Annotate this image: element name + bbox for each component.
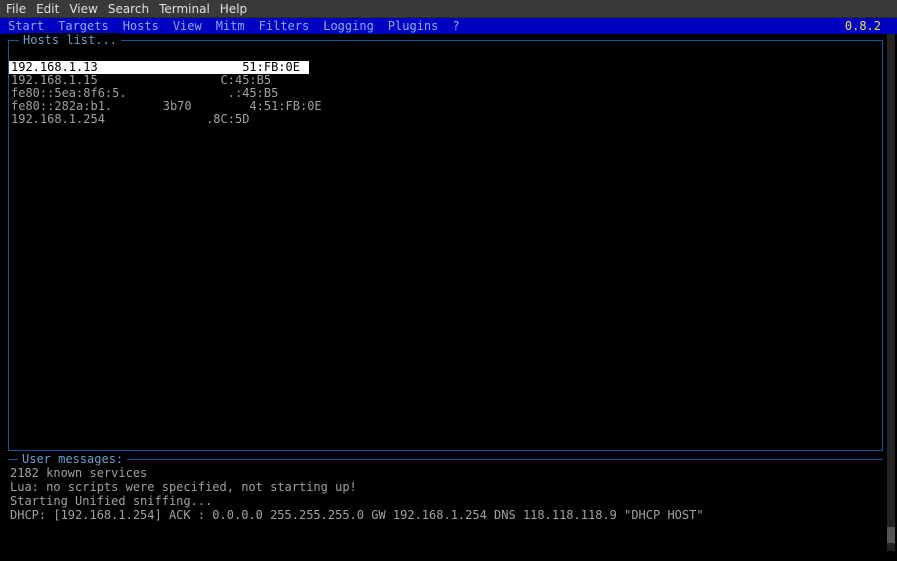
app-menu-start[interactable]: Start — [8, 19, 44, 33]
app-menu-targets[interactable]: Targets — [58, 19, 109, 33]
host-row[interactable]: 192.168.1.254 .8C:5D — [9, 113, 882, 126]
message-line: 2182 known services — [8, 466, 883, 480]
message-line: DHCP: [192.168.1.254] ACK : 0.0.0.0 255.… — [8, 508, 883, 522]
app-menu-logging[interactable]: Logging — [323, 19, 374, 33]
app-menu-view[interactable]: View — [173, 19, 202, 33]
messages-panel: User messages: 2182 known services Lua: … — [8, 459, 883, 555]
menu-terminal[interactable]: Terminal — [159, 2, 210, 16]
app-menu-plugins[interactable]: Plugins — [388, 19, 439, 33]
window-titlebar: File Edit View Search Terminal Help — [0, 0, 897, 18]
menu-edit[interactable]: Edit — [36, 2, 59, 16]
hosts-box: Hosts list... 192.168.1.13 51:FB:0E 192.… — [8, 40, 883, 451]
hosts-panel: Hosts list... 192.168.1.13 51:FB:0E 192.… — [8, 40, 883, 451]
scroll-thumb[interactable] — [887, 527, 895, 543]
hosts-panel-title: Hosts list... — [19, 33, 121, 47]
messages-panel-title: User messages: — [18, 452, 127, 466]
app-menu-help[interactable]: ? — [452, 19, 459, 33]
menu-view[interactable]: View — [69, 2, 97, 16]
app-menu-mitm[interactable]: Mitm — [216, 19, 245, 33]
app-menubar: Start Targets Hosts View Mitm Filters Lo… — [0, 18, 897, 34]
vertical-scrollbar[interactable] — [887, 34, 895, 551]
message-line: Starting Unified sniffing... — [8, 494, 883, 508]
app-version: 0.8.2 — [845, 19, 889, 33]
app-menu-filters[interactable]: Filters — [259, 19, 310, 33]
menu-search[interactable]: Search — [108, 2, 149, 16]
messages-box: User messages: 2182 known services Lua: … — [8, 459, 883, 555]
menu-file[interactable]: File — [6, 2, 26, 16]
app-menu-hosts[interactable]: Hosts — [123, 19, 159, 33]
menu-help[interactable]: Help — [220, 2, 247, 16]
hosts-list[interactable]: 192.168.1.13 51:FB:0E 192.168.1.15 C:45:… — [9, 41, 882, 126]
message-line: Lua: no scripts were specified, not star… — [8, 480, 883, 494]
